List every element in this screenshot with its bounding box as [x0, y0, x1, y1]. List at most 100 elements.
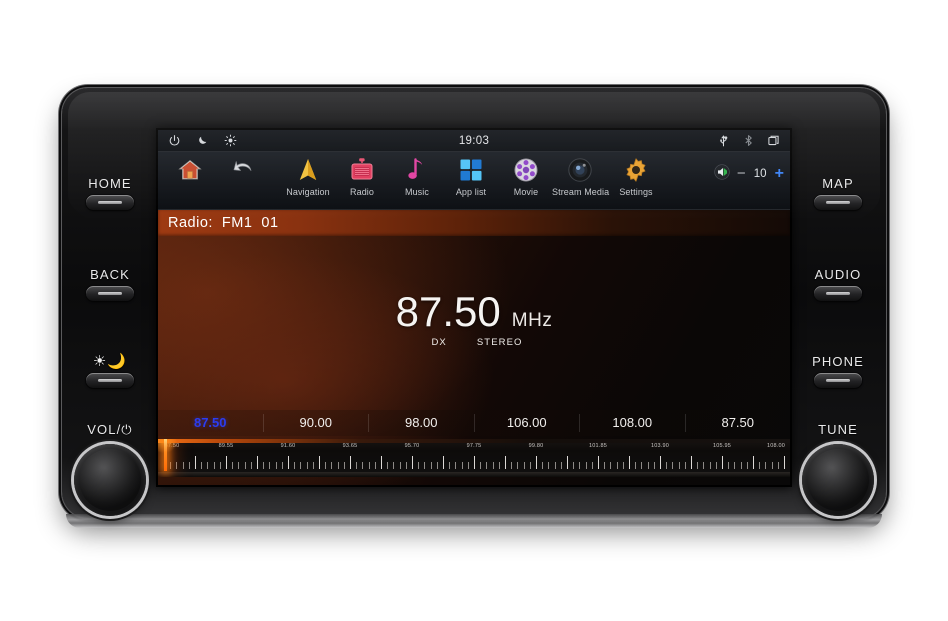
app-stream-media[interactable]: Stream Media [552, 155, 610, 197]
brightness-daynight-button[interactable]: ☀🌙 [62, 354, 158, 388]
audio-button[interactable]: AUDIO [790, 267, 886, 301]
audio-button-cap[interactable] [814, 286, 862, 301]
frequency-display: 87.50 MHz DX STEREO [158, 288, 790, 348]
tuner-label-7: 101.85 [588, 443, 608, 449]
back-button[interactable]: BACK [62, 267, 158, 301]
tick-major [536, 456, 537, 469]
app-app-list[interactable]: App list [443, 155, 499, 197]
tick-minor [548, 462, 550, 469]
preset-3[interactable]: 98.00 [369, 414, 475, 432]
app-stream-media-label: Stream Media [552, 187, 610, 197]
music-note-icon [389, 155, 445, 185]
tick-major [350, 456, 351, 469]
tick-minor [672, 462, 674, 469]
app-music[interactable]: Music [389, 155, 445, 197]
tick-minor [517, 462, 519, 469]
radio-band: FM1 [221, 215, 253, 231]
app-settings[interactable]: Settings [608, 155, 664, 197]
preset-1[interactable]: 87.50 [158, 414, 264, 432]
tick-minor [746, 462, 748, 469]
phone-button-cap[interactable] [814, 373, 862, 388]
preset-station-row: 87.50 90.00 98.00 106.00 108.00 87.50 [158, 410, 790, 436]
radio-preset-number: 01 [261, 215, 279, 231]
right-button-column: MAP AUDIO PHONE TUNE [790, 88, 886, 518]
frequency-row: 87.50 MHz [158, 288, 790, 336]
tick-minor [418, 462, 420, 469]
tick-minor [734, 462, 736, 469]
tick-major [257, 456, 258, 469]
tick-minor [294, 462, 296, 469]
tick-minor [610, 462, 612, 469]
preset-4[interactable]: 106.00 [475, 414, 580, 432]
sun-moon-icon: ☀🌙 [92, 353, 128, 370]
tick-major [288, 456, 289, 469]
frequency-tags: DX STEREO [158, 337, 790, 348]
tick-minor [387, 462, 389, 469]
map-button[interactable]: MAP [790, 176, 886, 210]
tick-major [195, 456, 196, 469]
tick-minor [201, 462, 203, 469]
home-button[interactable]: HOME [62, 176, 158, 210]
tune-knob[interactable] [802, 444, 874, 516]
preset-5[interactable]: 108.00 [580, 414, 686, 432]
tick-minor [635, 462, 637, 469]
app-movie[interactable]: Movie [498, 155, 554, 197]
tick-major [412, 456, 413, 469]
brightness-button-cap[interactable] [86, 373, 134, 388]
left-button-column: HOME BACK ☀🌙 VOL/⏻ [62, 88, 158, 518]
tick-minor [368, 462, 370, 469]
tick-minor [703, 462, 705, 469]
tick-minor [622, 462, 624, 469]
tick-minor [300, 462, 302, 469]
app-shortcut-bar: Navigation Radio Music App list Movie St… [158, 152, 790, 210]
multitask-icon[interactable] [767, 134, 780, 147]
tick-major [784, 456, 785, 469]
tick-minor [343, 462, 345, 469]
tick-minor [529, 462, 531, 469]
tick-minor [250, 462, 252, 469]
tick-minor [399, 462, 401, 469]
tick-major [629, 456, 630, 469]
tick-minor [554, 462, 556, 469]
map-button-cap[interactable] [814, 195, 862, 210]
tuner-scale[interactable]: 87.5089.5591.6093.6595.7097.7599.80101.8… [158, 439, 790, 477]
tuner-label-9: 105.95 [712, 443, 732, 449]
preset-6[interactable]: 87.50 [686, 414, 791, 432]
tick-minor [213, 462, 215, 469]
app-navigation[interactable]: Navigation [280, 155, 336, 197]
speaker-icon[interactable] [714, 164, 730, 183]
tuner-label-8: 103.90 [650, 443, 670, 449]
app-settings-label: Settings [619, 187, 653, 197]
back-button-cap[interactable] [86, 286, 134, 301]
app-back[interactable] [215, 155, 271, 187]
tick-minor [306, 462, 308, 469]
back-button-label: BACK [90, 267, 130, 282]
tick-minor [176, 462, 178, 469]
tick-minor [362, 462, 364, 469]
app-radio[interactable]: Radio [334, 155, 390, 197]
tuner-needle[interactable] [164, 439, 167, 471]
tuner-label-5: 97.75 [466, 443, 482, 449]
tick-minor [647, 462, 649, 469]
radio-icon [334, 155, 390, 185]
tuner-tick-marks [158, 454, 790, 469]
volume-plus-button[interactable]: + [775, 165, 784, 181]
tick-minor [467, 462, 469, 469]
home-button-cap[interactable] [86, 195, 134, 210]
tick-minor [269, 462, 271, 469]
tick-minor [653, 462, 655, 469]
volume-power-knob[interactable] [74, 444, 146, 516]
phone-button[interactable]: PHONE [790, 354, 886, 388]
tick-major [443, 456, 444, 469]
touchscreen-display[interactable]: 19:03 Navigation Radio Music App list Mo… [158, 130, 790, 485]
volume-minus-button[interactable]: − [737, 166, 746, 181]
tick-major [381, 456, 382, 469]
volume-knob-label-wrap: VOL/⏻ [62, 422, 158, 438]
tick-minor [641, 462, 643, 469]
tick-minor [424, 462, 426, 469]
preset-2[interactable]: 90.00 [264, 414, 369, 432]
tick-major [598, 456, 599, 469]
app-home[interactable] [162, 155, 218, 187]
home-icon [162, 155, 218, 185]
app-movie-label: Movie [513, 187, 539, 197]
